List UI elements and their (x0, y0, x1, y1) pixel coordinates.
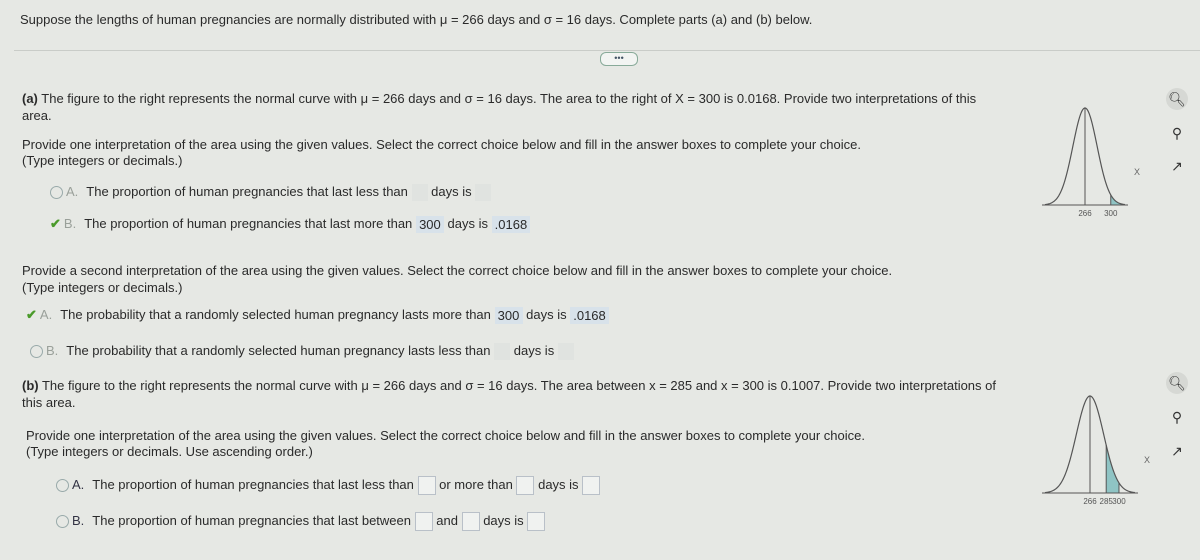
tick-label: 300 (1112, 497, 1126, 506)
part-label: (a) (22, 91, 38, 106)
option-text: The proportion of human pregnancies that… (92, 476, 414, 492)
zoom-out-icon[interactable]: ⚲ (1166, 406, 1188, 428)
part-a-q2: Provide a second interpretation of the a… (22, 263, 893, 278)
radio[interactable] (56, 479, 69, 492)
option-text: The proportion of human pregnancies that… (92, 512, 411, 528)
answer-box[interactable]: 300 (494, 307, 523, 325)
shaded-area (1110, 194, 1125, 205)
radio[interactable] (50, 186, 63, 200)
more-button[interactable]: ••• (600, 52, 638, 66)
answer-box[interactable] (411, 184, 428, 202)
zoom-in-icon[interactable]: 🔍︎ (1166, 372, 1188, 394)
b1-option-b[interactable]: B. The proportion of human pregnancies th… (56, 512, 546, 531)
checkmark-icon: ✔ (50, 216, 61, 231)
axis-label: X (1144, 455, 1150, 465)
part-label: (b) (22, 378, 39, 393)
part-a-q2-hint: (Type integers or decimals.) (22, 280, 183, 295)
a2-option-a[interactable]: ✔ A. The probability that a randomly selec… (26, 307, 609, 325)
radio[interactable] (56, 515, 69, 528)
divider (14, 50, 1200, 51)
option-letter: A. (39, 307, 53, 322)
option-text: days is (513, 343, 555, 358)
answer-box[interactable] (475, 184, 492, 202)
part-b-q1: Provide one interpretation of the area u… (26, 428, 865, 443)
answer-box[interactable] (494, 343, 511, 361)
answer-box[interactable]: 300 (415, 216, 444, 234)
option-text: days is (538, 476, 579, 492)
tick-label: 266 (1083, 497, 1097, 506)
tick-label: 266 (1078, 209, 1092, 218)
popout-icon[interactable]: ↗ (1166, 155, 1188, 177)
popout-icon[interactable]: ↗ (1166, 440, 1188, 462)
checkmark-icon: ✔ (26, 307, 37, 322)
answer-box[interactable]: .0168 (491, 216, 531, 234)
part-b-text: (b) The figure to the right represents t… (22, 378, 996, 393)
part-b-text2: this area. (22, 395, 76, 410)
zoom-out-icon[interactable]: ⚲ (1166, 122, 1188, 144)
part-a-text2: area. (22, 108, 52, 123)
option-letter: B. (72, 512, 85, 528)
a2-option-b[interactable]: B. The probability that a randomly select… (30, 343, 574, 361)
option-text: days is (447, 216, 489, 231)
radio[interactable] (30, 345, 43, 359)
option-text: days is (431, 184, 472, 199)
option-text: days is (483, 512, 524, 528)
answer-box[interactable]: .0168 (570, 307, 609, 325)
answer-box[interactable] (417, 476, 436, 495)
a1-option-b[interactable]: ✔ B. The proportion of human pregnancies t… (50, 216, 531, 234)
part-b-q1-hint: (Type integers or decimals. Use ascendin… (26, 444, 313, 459)
option-letter: A. (66, 184, 79, 199)
zoom-in-icon[interactable]: 🔍︎ (1166, 88, 1188, 110)
normal-curve-figure-a: 266 300 X (1042, 107, 1140, 218)
option-letter: B. (63, 216, 77, 231)
part-a-text: (a) The figure to the right represents t… (22, 91, 976, 106)
answer-box[interactable] (414, 512, 433, 531)
option-text: or more than (439, 476, 513, 492)
answer-box[interactable] (461, 512, 480, 531)
question-prompt: Suppose the lengths of human pregnancies… (20, 12, 813, 27)
a1-option-a[interactable]: A. The proportion of human pregnancies th… (50, 184, 492, 202)
option-text: and (436, 512, 458, 528)
answer-box[interactable] (516, 476, 535, 495)
option-text: The probability that a randomly selected… (60, 307, 491, 322)
part-text: The figure to the right represents the n… (37, 91, 977, 106)
answer-box[interactable] (557, 343, 574, 361)
option-letter: B. (46, 343, 59, 358)
answer-box[interactable] (582, 476, 601, 495)
normal-curve-figure-b: 266 285 300X (1042, 395, 1150, 506)
part-a-q1: Provide one interpretation of the area u… (22, 137, 861, 152)
option-text: The proportion of human pregnancies that… (84, 216, 413, 231)
b1-option-a[interactable]: A. The proportion of human pregnancies th… (56, 476, 601, 495)
option-text: days is (526, 307, 567, 322)
option-text: The proportion of human pregnancies that… (86, 184, 408, 199)
axis-label: X (1134, 167, 1140, 177)
answer-box[interactable] (527, 512, 546, 531)
option-text: The probability that a randomly selected… (66, 343, 491, 358)
part-a-q1-hint: (Type integers or decimals.) (22, 153, 183, 168)
part-text: The figure to the right represents the n… (38, 378, 996, 393)
option-letter: A. (72, 476, 85, 492)
tick-label: 300 (1104, 209, 1118, 218)
